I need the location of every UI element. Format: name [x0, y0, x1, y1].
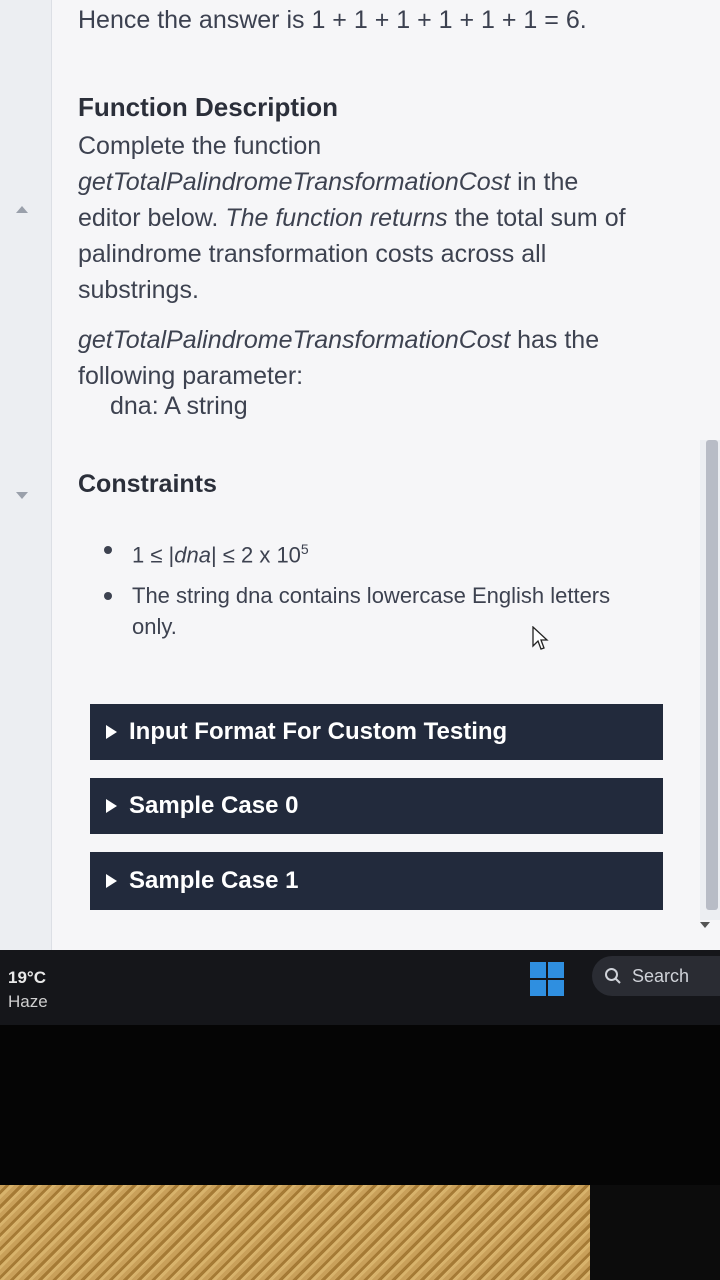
constraint-2-line-1: The string dna contains lowercase Englis… [132, 583, 611, 609]
collapse-down-icon[interactable] [16, 492, 28, 499]
monitor-bezel [0, 1025, 720, 1185]
accordion-input-format[interactable]: Input Format For Custom Testing [90, 704, 663, 760]
function-description-title: Function Description [78, 92, 338, 122]
desc-line-3: editor below. The function returns the t… [78, 200, 678, 236]
browser-page: Hence the answer is 1 + 1 + 1 + 1 + 1 + … [0, 0, 720, 950]
constraint-1-prefix: 1 ≤ | [132, 542, 175, 568]
desc-line-3-c: the total sum of [447, 204, 626, 232]
constraint-1-exponent: 5 [300, 541, 309, 557]
mouse-pointer-icon [532, 626, 549, 650]
constraints-title: Constraints [78, 470, 217, 498]
param-desc: A string [158, 392, 248, 420]
constraint-item-1: 1 ≤ |dna| ≤ 2 x 105 [98, 534, 658, 570]
constraint-item-2: The string dna contains lowercase Englis… [98, 580, 658, 642]
answer-line: Hence the answer is 1 + 1 + 1 + 1 + 1 + … [78, 6, 587, 34]
collapse-up-icon[interactable] [16, 206, 28, 213]
weather-widget[interactable]: 19°C Haze [8, 968, 48, 1012]
desc-line-2: getTotalPalindromeTransformationCost in … [78, 164, 678, 200]
search-label: Search [632, 965, 690, 986]
desc-line-4: palindrome transformation costs across a… [78, 240, 547, 268]
accordion-label: Sample Case 0 [129, 792, 299, 819]
parameter-item: dna: A string [110, 392, 248, 421]
function-name-2: getTotalPalindromeTransformationCost [78, 326, 511, 354]
search-icon [605, 968, 621, 984]
function-name: getTotalPalindromeTransformationCost [78, 168, 511, 196]
weather-temperature: 19°C [8, 968, 46, 987]
desc-line-3-b: The function returns [225, 204, 448, 232]
desc-line-5: substrings. [78, 276, 199, 304]
left-gutter [0, 0, 52, 950]
function-description-text: Complete the function getTotalPalindrome… [78, 128, 678, 308]
accordion-label: Sample Case 1 [129, 867, 299, 894]
desc-line-2-suffix: in the [510, 168, 579, 196]
constraints-list: 1 ≤ |dna| ≤ 2 x 105 The string dna conta… [98, 534, 658, 652]
accordion-sample-case-0[interactable]: Sample Case 0 [90, 778, 663, 834]
has-the: has the [510, 326, 600, 354]
constraint-1-var: dna [174, 542, 211, 568]
constraint-2-line-2: only. [132, 614, 177, 640]
expand-triangle-icon [106, 874, 117, 888]
desk-shadow [590, 1185, 720, 1280]
constraint-1-mid: | ≤ 2 x 10 [210, 542, 301, 568]
param-intro-line-2: following parameter: [78, 362, 304, 390]
scrollbar-thumb[interactable] [706, 440, 718, 910]
accordion-sample-case-1[interactable]: Sample Case 1 [90, 852, 663, 910]
scroll-down-icon[interactable] [700, 922, 710, 928]
weather-condition: Haze [8, 992, 48, 1011]
desc-line-3-a: editor below. [78, 204, 226, 232]
param-name: dna: [110, 392, 159, 420]
expand-triangle-icon [106, 799, 117, 813]
parameter-intro: getTotalPalindromeTransformationCost has… [78, 322, 678, 394]
taskbar-search[interactable]: Search [592, 956, 720, 996]
desc-line-1: Complete the function [78, 132, 322, 160]
windows-start-icon[interactable] [530, 962, 564, 996]
accordion-label: Input Format For Custom Testing [129, 718, 508, 745]
param-intro-line-1: getTotalPalindromeTransformationCost has… [78, 322, 678, 358]
expand-triangle-icon [106, 725, 117, 739]
